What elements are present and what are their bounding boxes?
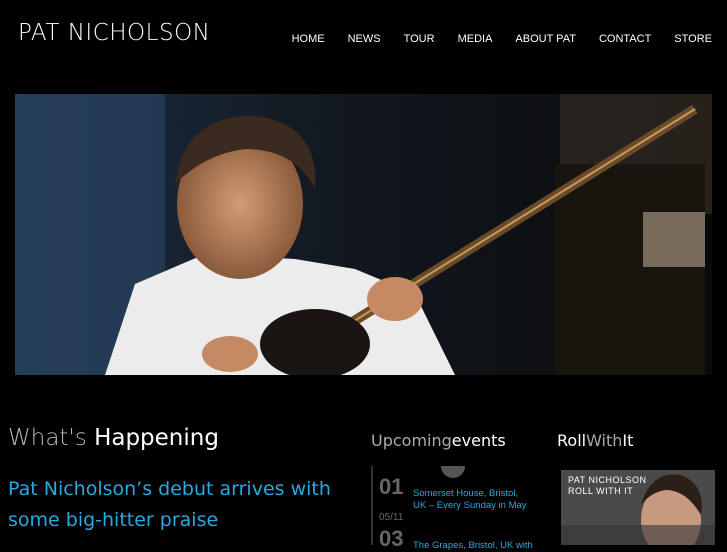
album-cover[interactable]: PAT NICHOLSON ROLL WITH IT (561, 470, 715, 545)
hero-image (15, 94, 712, 375)
album-title-text: PAT NICHOLSON ROLL WITH IT (568, 475, 647, 496)
events-list: 01 05/11 Somerset House, Bristol, UK – E… (371, 466, 533, 551)
event-number: 03 (379, 526, 404, 551)
whats-happening-title: What's Happening (8, 425, 219, 451)
nav-about[interactable]: ABOUT PAT (515, 33, 576, 45)
upcoming-events-title: Upcomingevents (371, 431, 506, 450)
main-nav: HOME NEWS TOUR MEDIA ABOUT PAT CONTACT S… (269, 33, 712, 45)
site-logo[interactable]: PAT NICHOLSON (18, 20, 210, 46)
event-date: 05/11 (379, 512, 404, 523)
news-headline-link[interactable]: Pat Nicholson’s debut arrives with some … (8, 474, 348, 536)
scroll-up-icon[interactable] (441, 466, 465, 478)
event-number: 01 (379, 474, 404, 499)
event-description[interactable]: Somerset House, Bristol, UK – Every Sund… (413, 488, 533, 512)
nav-tour[interactable]: TOUR (404, 33, 435, 45)
nav-contact[interactable]: CONTACT (599, 33, 651, 45)
nav-home[interactable]: HOME (292, 33, 325, 45)
nav-media[interactable]: MEDIA (458, 33, 493, 45)
roll-with-it-title: RollWithIt (557, 431, 634, 450)
nav-news[interactable]: NEWS (348, 33, 381, 45)
event-description[interactable]: The Grapes, Bristol, UK with (413, 540, 533, 552)
nav-store[interactable]: STORE (674, 33, 712, 45)
